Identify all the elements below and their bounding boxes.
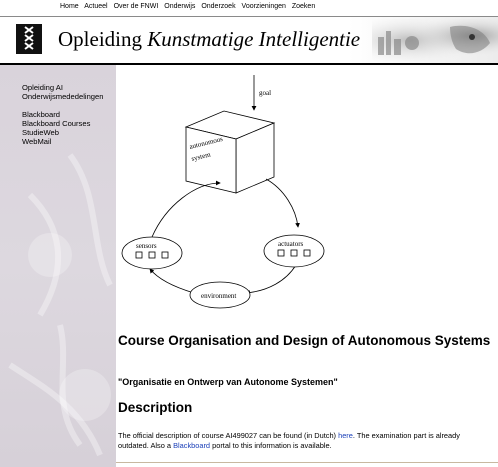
nav-onderzoek[interactable]: Onderzoek [201, 3, 235, 10]
crosses-logo-icon [16, 24, 42, 54]
desc-part-1: The official description of course AI499… [118, 431, 339, 440]
sidebar-item-blackboard-courses[interactable]: Blackboard Courses [22, 119, 103, 128]
sidebar: Opleiding AI Onderwijsmededelingen Black… [0, 65, 116, 467]
blackboard-link[interactable]: Blackboard [173, 441, 210, 450]
sensors-to-system-arrow [151, 180, 221, 238]
page-title: Opleiding Kunstmatige Intelligentie [58, 27, 360, 52]
description-heading: Description [118, 400, 193, 415]
goal-label: goal [259, 89, 271, 97]
university-logo[interactable] [16, 24, 42, 54]
nav-over-fnwi[interactable]: Over de FNWI [114, 3, 159, 10]
nav-actueel[interactable]: Actueel [84, 3, 107, 10]
course-title: Course Organisation and Design of Autono… [118, 333, 491, 348]
nav-voorzieningen[interactable]: Voorzieningen [242, 3, 286, 10]
title-italic: Kunstmatige Intelligentie [147, 27, 361, 51]
sidebar-item-studieweb[interactable]: StudieWeb [22, 128, 103, 137]
nav-zoeken[interactable]: Zoeken [292, 3, 315, 10]
sidebar-item-webmail[interactable]: WebMail [22, 137, 103, 146]
sidebar-item-opleiding-ai[interactable]: Opleiding AI [22, 83, 103, 92]
environment-to-sensors-arrow [149, 268, 195, 294]
title-plain: Opleiding [58, 27, 142, 51]
environment-label: environment [201, 292, 236, 300]
bottom-divider [116, 462, 498, 463]
header-decorative-image-icon [372, 19, 498, 61]
nav-onderwijs[interactable]: Onderwijs [164, 3, 195, 10]
actuators-squares-icon [277, 249, 311, 257]
top-nav-links: Home Actueel Over de FNWI Onderwijs Onde… [60, 3, 319, 10]
sensors-squares-icon [135, 251, 169, 259]
nav-home[interactable]: Home [60, 3, 79, 10]
sidebar-nav: Opleiding AI Onderwijsmededelingen Black… [22, 83, 103, 146]
autonomous-system-diagram: goal autonomous system sensors actuators… [121, 75, 325, 309]
main-content: goal autonomous system sensors actuators… [116, 65, 498, 467]
dutch-title: "Organisatie en Ontwerp van Autonome Sys… [118, 377, 338, 387]
top-navigation: Home Actueel Over de FNWI Onderwijs Onde… [0, 0, 498, 17]
actuators-label: actuators [278, 240, 304, 248]
sensors-label: sensors [136, 242, 157, 250]
sidebar-item-blackboard[interactable]: Blackboard [22, 110, 103, 119]
here-link[interactable]: here [338, 431, 353, 440]
sidebar-item-onderwijsmededelingen[interactable]: Onderwijsmededelingen [22, 92, 103, 101]
system-to-actuators-arrow [265, 178, 300, 228]
actuators-to-environment-arrow [245, 264, 297, 296]
desc-part-3: portal to this information is available. [210, 441, 332, 450]
description-text: The official description of course AI499… [118, 431, 488, 451]
site-header: Opleiding Kunstmatige Intelligentie [0, 17, 498, 63]
autonomous-system-box [184, 110, 276, 194]
